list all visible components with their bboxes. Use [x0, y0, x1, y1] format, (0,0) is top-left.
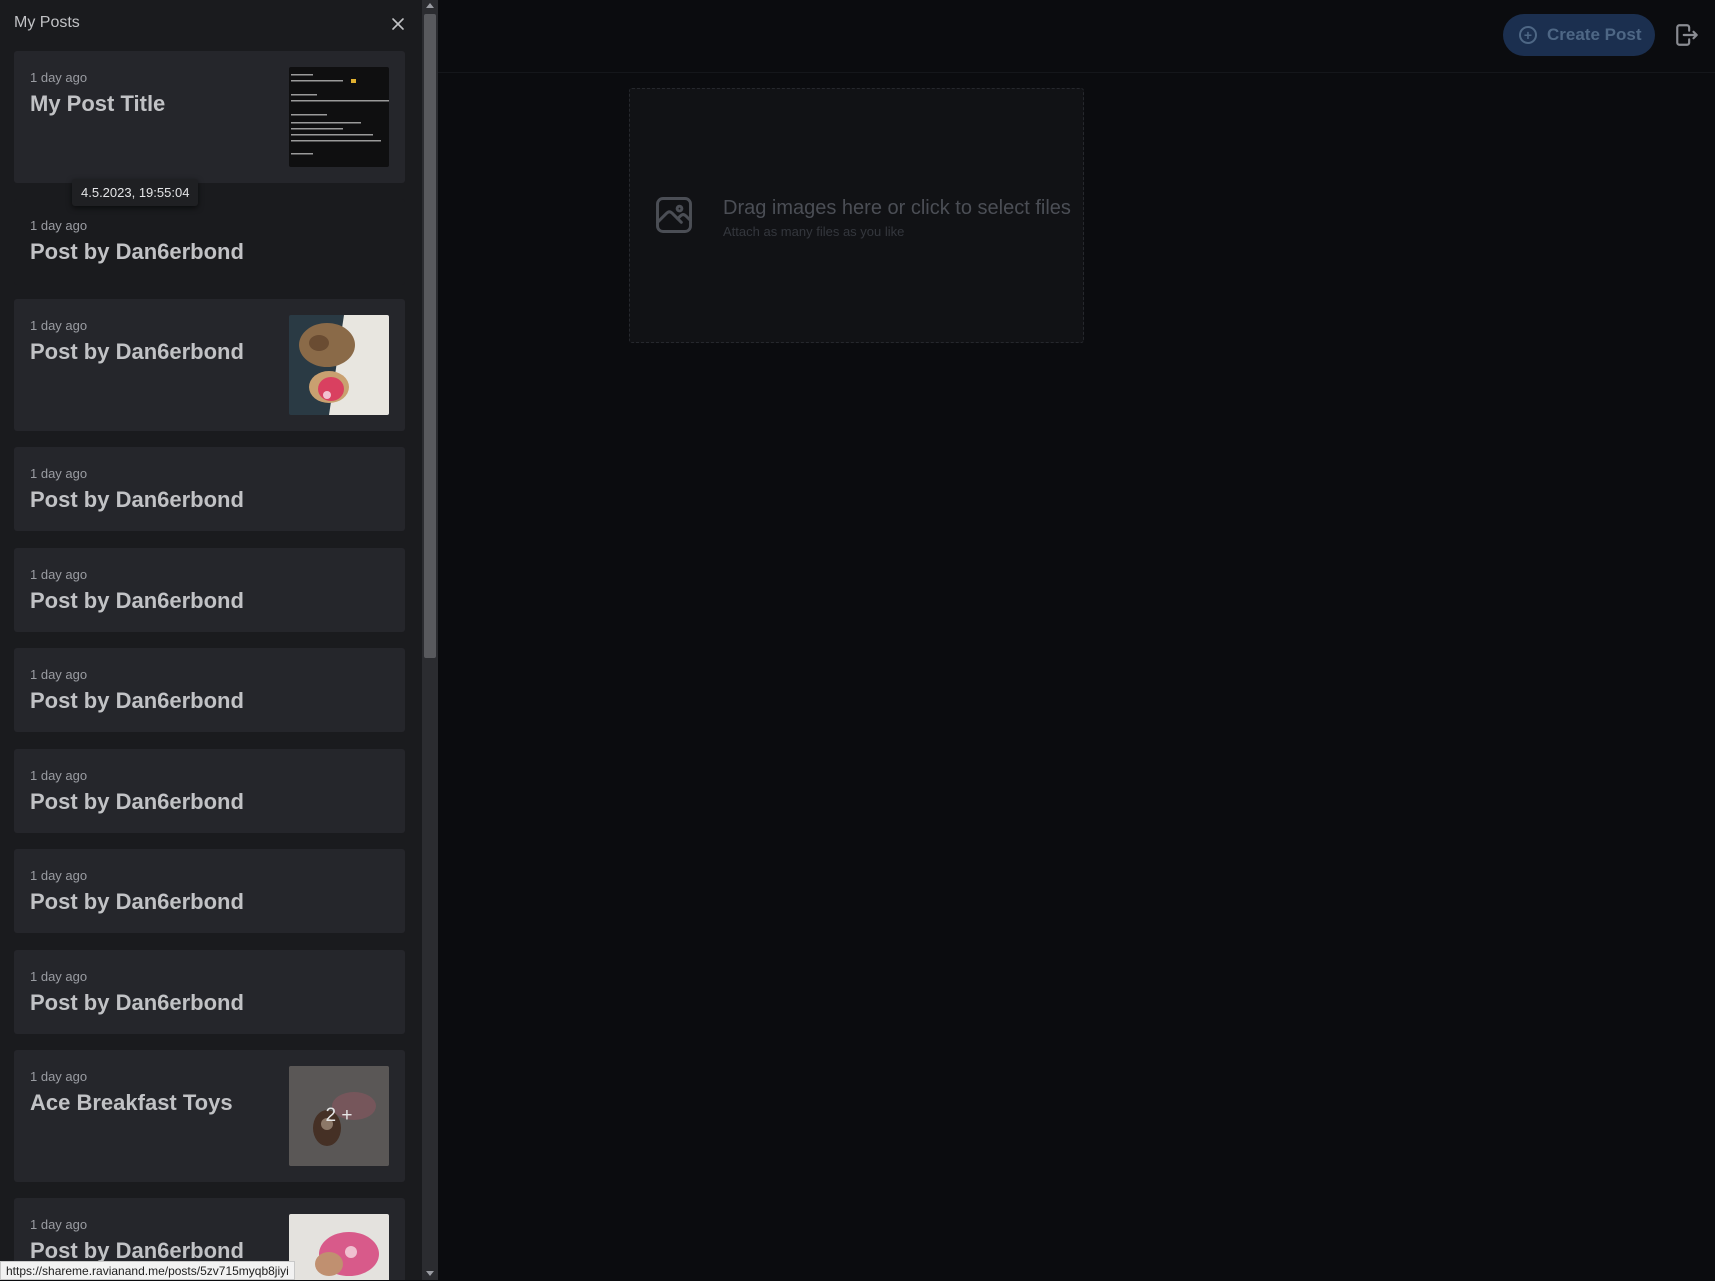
- post-thumbnail: [289, 315, 389, 415]
- post-card[interactable]: 1 day ago Post by Dan6erbond: [14, 749, 405, 833]
- post-time: 1 day ago: [30, 1217, 88, 1232]
- post-time: 1 day ago: [30, 567, 88, 582]
- dropzone-subtitle: Attach as many files as you like: [723, 224, 905, 239]
- scrollbar-thumb[interactable]: [424, 14, 436, 658]
- post-time: 1 day ago: [30, 868, 88, 883]
- post-card[interactable]: 1 day ago Ace Breakfast Toys 2 +: [14, 1050, 405, 1182]
- post-title: Post by Dan6erbond: [30, 487, 244, 512]
- scroll-up-arrow-icon[interactable]: [426, 3, 434, 8]
- timestamp-tooltip: 4.5.2023, 19:55:04: [72, 179, 199, 206]
- post-title: My Post Title: [30, 91, 166, 116]
- drawer-scrollbar[interactable]: [422, 0, 438, 1280]
- post-card[interactable]: 1 day ago Post by Dan6erbond: [14, 849, 405, 933]
- post-title: Post by Dan6erbond: [30, 239, 244, 264]
- post-time: 1 day ago: [30, 70, 88, 85]
- post-title: Post by Dan6erbond: [30, 688, 244, 713]
- post-time: 1 day ago: [30, 667, 88, 682]
- plus-circle-icon: +: [1519, 26, 1537, 44]
- post-card[interactable]: 1 day ago Post by Dan6erbond: [14, 648, 405, 732]
- post-card[interactable]: 1 day ago Post by Dan6erbond: [14, 950, 405, 1034]
- post-time: 1 day ago: [30, 969, 88, 984]
- image-dropzone[interactable]: Drag images here or click to select file…: [629, 88, 1084, 343]
- post-card[interactable]: 1 day ago Post by Dan6erbond: [14, 299, 405, 431]
- post-card[interactable]: 1 day ago Post by Dan6erbond: [14, 447, 405, 531]
- post-time: 1 day ago: [30, 1069, 88, 1084]
- post-title: Post by Dan6erbond: [30, 990, 244, 1015]
- post-title: Post by Dan6erbond: [30, 789, 244, 814]
- post-time: 1 day ago: [30, 466, 88, 481]
- post-card[interactable]: 1 day ago Post by Dan6erbond: [14, 548, 405, 632]
- more-images-badge: 2 +: [289, 1066, 389, 1166]
- post-title: Ace Breakfast Toys: [30, 1090, 233, 1115]
- scroll-down-arrow-icon[interactable]: [426, 1271, 434, 1276]
- post-card[interactable]: 1 day ago My Post Title: [14, 51, 405, 183]
- drawer-title: My Posts: [14, 14, 80, 31]
- logout-icon[interactable]: [1674, 22, 1700, 48]
- image-icon: [656, 197, 692, 233]
- my-posts-drawer: My Posts 1 day ago My Post Title 1 day a…: [0, 0, 422, 1280]
- post-time: 1 day ago: [30, 218, 88, 233]
- post-thumbnail: 2 +: [289, 1066, 389, 1166]
- close-icon[interactable]: [390, 16, 406, 32]
- post-title: Post by Dan6erbond: [30, 588, 244, 613]
- post-title: Post by Dan6erbond: [30, 889, 244, 914]
- link-status-bar: https://shareme.ravianand.me/posts/5zv71…: [0, 1261, 295, 1280]
- post-title: Post by Dan6erbond: [30, 339, 244, 364]
- post-card[interactable]: 1 day ago Post by Dan6erbond: [14, 199, 405, 285]
- create-post-button[interactable]: + Create Post: [1503, 14, 1655, 56]
- dropzone-title: Drag images here or click to select file…: [723, 197, 1071, 219]
- post-thumbnail: [289, 1214, 389, 1280]
- post-thumbnail: [289, 67, 389, 167]
- post-time: 1 day ago: [30, 318, 88, 333]
- post-time: 1 day ago: [30, 768, 88, 783]
- create-post-label: Create Post: [1547, 25, 1642, 44]
